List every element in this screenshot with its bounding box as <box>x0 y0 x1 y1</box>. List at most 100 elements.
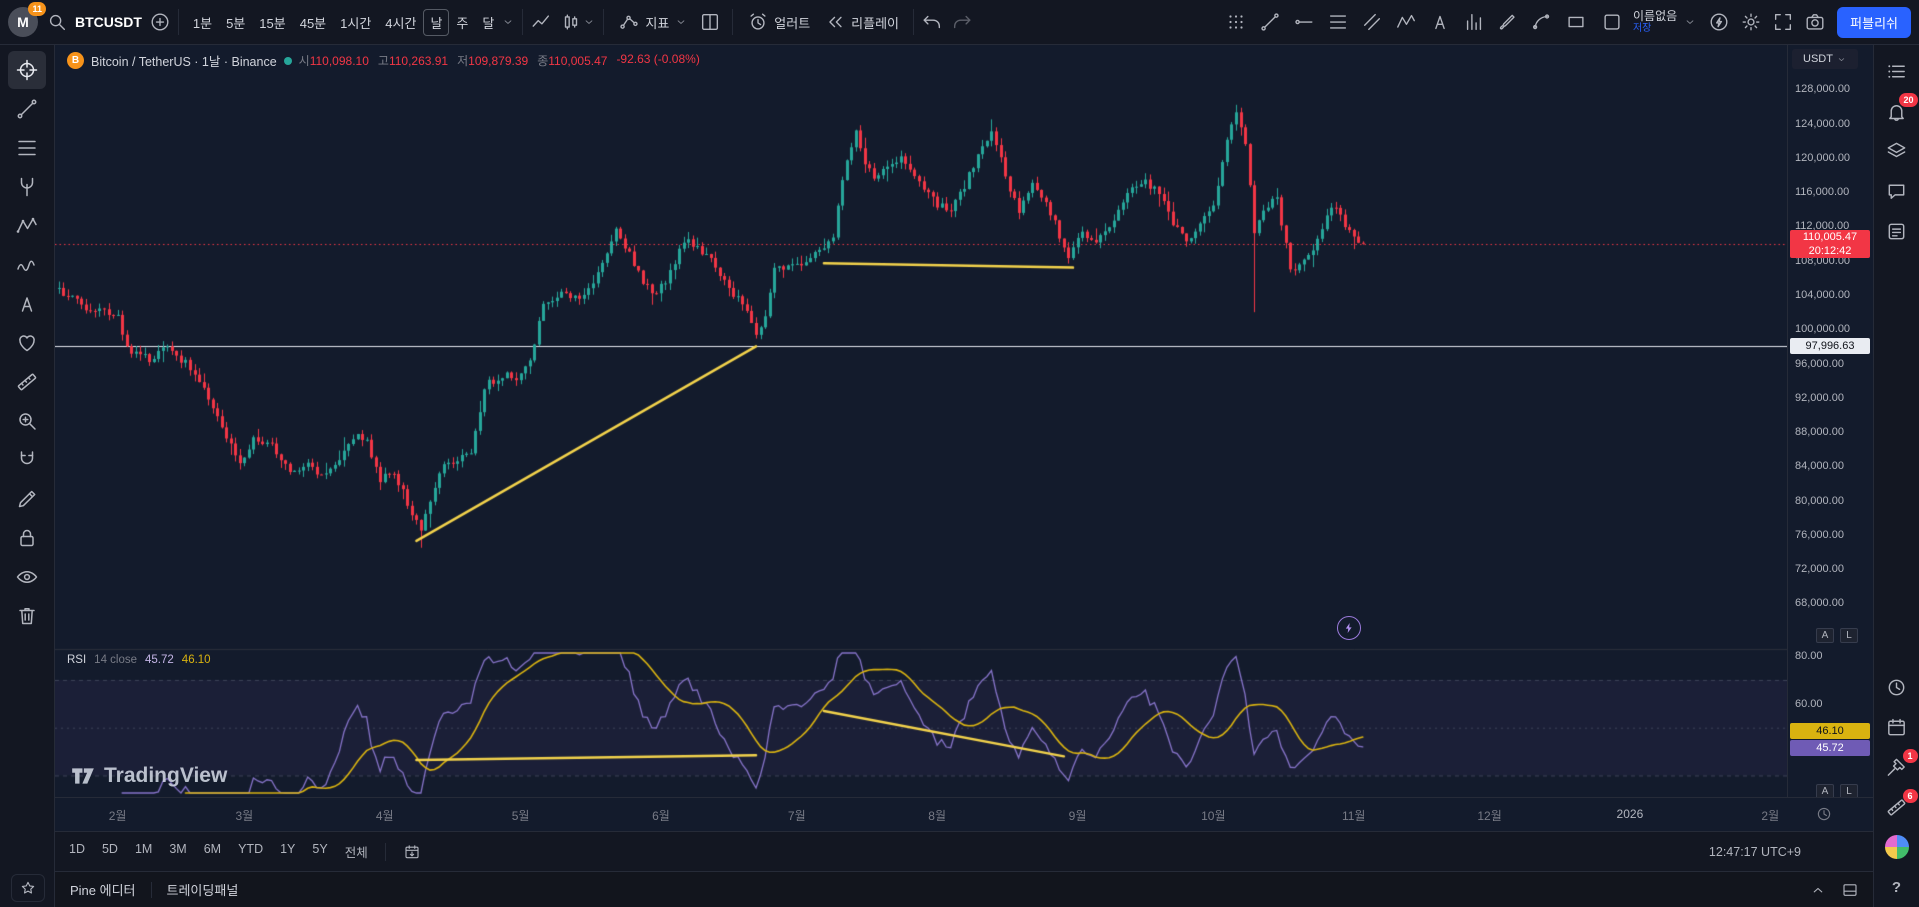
layout-chevron-icon[interactable] <box>1683 15 1697 29</box>
compare-add-icon[interactable] <box>149 11 171 33</box>
rectangle-icon[interactable] <box>1561 7 1591 37</box>
month-label[interactable]: 6월 <box>652 807 670 824</box>
range-1D[interactable]: 1D <box>69 842 85 861</box>
interval-button[interactable]: 날 <box>423 9 449 36</box>
month-label[interactable]: 3월 <box>235 807 253 824</box>
interval-button[interactable]: 15분 <box>252 9 292 36</box>
tool-trash[interactable] <box>8 597 46 635</box>
month-label[interactable]: 12월 <box>1477 807 1501 824</box>
snapshot-camera-icon[interactable] <box>1804 11 1826 33</box>
brush-icon[interactable] <box>1493 7 1523 37</box>
tool-fib-lines[interactable] <box>8 129 46 167</box>
range-5D[interactable]: 5D <box>102 842 118 861</box>
range-5Y[interactable]: 5Y <box>312 842 327 861</box>
interval-button[interactable]: 4시간 <box>378 9 423 36</box>
interval-button[interactable]: 달 <box>475 9 501 36</box>
interval-menu-chevron-icon[interactable] <box>501 15 515 29</box>
search-icon[interactable] <box>46 11 68 33</box>
chart-style-chevron-icon[interactable] <box>582 15 596 29</box>
xabcd-pattern-icon[interactable] <box>1391 7 1421 37</box>
text-note-icon[interactable] <box>1425 7 1455 37</box>
month-label[interactable]: 2월 <box>1761 807 1779 824</box>
fib-retracement-icon[interactable] <box>1323 7 1353 37</box>
month-label[interactable]: 9월 <box>1069 807 1087 824</box>
price-chart[interactable] <box>55 45 1787 797</box>
tool-pencil[interactable] <box>8 480 46 518</box>
month-label[interactable]: 8월 <box>928 807 946 824</box>
undo-icon[interactable] <box>921 11 943 33</box>
range-3M[interactable]: 3M <box>169 842 186 861</box>
log-scale-button[interactable]: L <box>1840 628 1858 643</box>
settings-gear-icon[interactable] <box>1740 11 1762 33</box>
horizontal-ray-icon[interactable] <box>1289 7 1319 37</box>
price-axis[interactable]: USDT 128,000.00124,000.00120,000.00116,0… <box>1787 45 1873 797</box>
tool-ruler[interactable] <box>8 363 46 401</box>
auto-scale-button[interactable]: A <box>1816 628 1834 643</box>
save-label[interactable]: 저장 <box>1633 23 1651 34</box>
favorites-toggle[interactable] <box>11 874 45 902</box>
sidebar-measure[interactable]: 6 <box>1878 787 1916 827</box>
symbol-search-button[interactable]: BTCUSDT <box>68 9 149 35</box>
indicators-button[interactable]: 지표 <box>611 6 695 38</box>
tool-zoom-in[interactable] <box>8 402 46 440</box>
interval-button[interactable]: 주 <box>449 9 475 36</box>
range-1Y[interactable]: 1Y <box>280 842 295 861</box>
time-axis[interactable]: 2월3월4월5월6월7월8월9월10월11월12월20262월 <box>55 797 1873 831</box>
sidebar-alerts[interactable]: 20 <box>1878 91 1916 131</box>
alert-button[interactable]: 얼러트 <box>740 6 817 38</box>
rsi-legend[interactable]: RSI 14 close 45.72 46.10 <box>67 654 211 666</box>
sidebar-calendar[interactable] <box>1878 707 1916 747</box>
tool-text-tool[interactable] <box>8 285 46 323</box>
replay-button[interactable]: 리플레이 <box>817 6 906 38</box>
tool-emoji-heart[interactable] <box>8 324 46 362</box>
sidebar-community-globe[interactable] <box>1878 827 1916 867</box>
tool-magnet[interactable] <box>8 441 46 479</box>
sidebar-ideas[interactable] <box>1878 211 1916 251</box>
range-전체[interactable]: 전체 <box>345 842 368 861</box>
sidebar-help[interactable]: ? <box>1878 867 1916 907</box>
fullscreen-icon[interactable] <box>1772 11 1794 33</box>
range-1M[interactable]: 1M <box>135 842 152 861</box>
panel-layout-icon[interactable] <box>1841 881 1859 899</box>
month-label[interactable]: 5월 <box>512 807 530 824</box>
tool-eye[interactable] <box>8 558 46 596</box>
multichart-checkbox-icon[interactable] <box>1601 11 1623 33</box>
interval-button[interactable]: 5분 <box>219 9 252 36</box>
quick-actions-icon[interactable] <box>1708 11 1730 33</box>
tool-pitchfork[interactable] <box>8 168 46 206</box>
line-style-icon[interactable] <box>530 11 552 33</box>
layout-name-button[interactable]: 이름없음 저장 <box>1633 10 1677 34</box>
sidebar-layers[interactable] <box>1878 131 1916 171</box>
interval-button[interactable]: 45분 <box>293 9 333 36</box>
sidebar-watchlist[interactable] <box>1878 51 1916 91</box>
currency-dropdown[interactable]: USDT <box>1792 49 1858 69</box>
expand-panel-icon[interactable] <box>1809 881 1827 899</box>
interval-button[interactable]: 1시간 <box>333 9 378 36</box>
symbol-legend[interactable]: B Bitcoin / TetherUS · 1날 · Binance 시110… <box>67 51 700 70</box>
bars-pattern-icon[interactable] <box>1459 7 1489 37</box>
month-label[interactable]: 10월 <box>1201 807 1225 824</box>
sidebar-history-clock[interactable] <box>1878 667 1916 707</box>
tool-crosshair[interactable] <box>8 51 46 89</box>
tool-trend-line[interactable] <box>8 90 46 128</box>
publish-button[interactable]: 퍼블리쉬 <box>1837 7 1911 38</box>
month-label[interactable]: 7월 <box>788 807 806 824</box>
clock-label[interactable]: 12:47:17 UTC+9 <box>1709 845 1801 859</box>
month-label[interactable]: 2월 <box>109 807 127 824</box>
tab-trading-panel[interactable]: 트레이딩패널 <box>152 872 254 907</box>
event-bolt-marker[interactable] <box>1337 616 1361 640</box>
tool-lock[interactable] <box>8 519 46 557</box>
goto-date-icon[interactable] <box>403 843 421 861</box>
month-label[interactable]: 2026 <box>1617 807 1644 821</box>
interval-button[interactable]: 1분 <box>186 9 219 36</box>
redo-icon[interactable] <box>951 11 973 33</box>
tool-pattern-shapes[interactable] <box>8 207 46 245</box>
sidebar-tools[interactable]: 1 <box>1878 747 1916 787</box>
parallel-channel-icon[interactable] <box>1357 7 1387 37</box>
user-avatar[interactable]: M 11 <box>8 7 38 37</box>
layout-grid-icon[interactable] <box>699 11 721 33</box>
arc-icon[interactable] <box>1527 7 1557 37</box>
candle-style-icon[interactable] <box>560 11 582 33</box>
tool-elliott-wave[interactable] <box>8 246 46 284</box>
dots-grid-icon[interactable] <box>1221 7 1251 37</box>
